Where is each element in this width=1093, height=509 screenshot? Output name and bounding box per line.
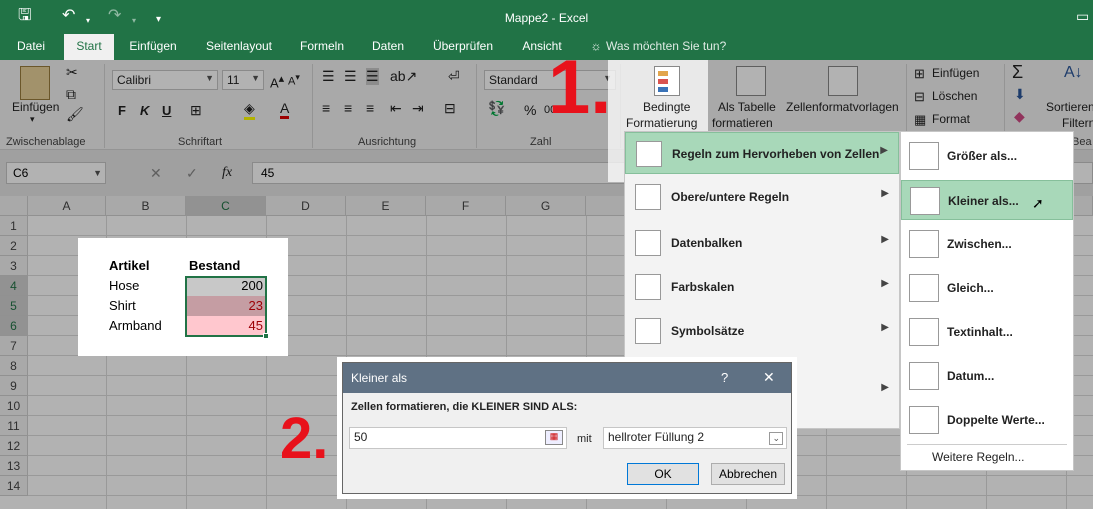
- chevron-right-icon: ▶: [881, 322, 889, 333]
- duplicate-values-icon: [909, 406, 939, 434]
- submenu-item-less-than[interactable]: Kleiner als... ➚: [901, 180, 1073, 220]
- dialog-prompt: Zellen formatieren, die KLEINER SIND ALS…: [351, 401, 578, 413]
- submenu-item-equal-to[interactable]: Gleich...: [901, 268, 1073, 308]
- menu-item-color-scales[interactable]: Farbskalen ▶: [625, 266, 899, 308]
- tab-einfuegen[interactable]: Einfügen: [120, 34, 186, 60]
- menu-item-data-bars[interactable]: Datenbalken ▶: [625, 222, 899, 264]
- conditional-formatting-line1[interactable]: Bedingte: [643, 100, 690, 114]
- conditional-formatting-icon[interactable]: [654, 66, 680, 96]
- submenu-item-label: Gleich...: [947, 281, 994, 295]
- chevron-right-icon: ▶: [880, 145, 888, 156]
- chevron-right-icon: ▶: [881, 278, 889, 289]
- tab-ueberpruefen[interactable]: Überprüfen: [424, 34, 502, 60]
- range-select-icon[interactable]: ▦: [545, 430, 563, 445]
- menu-item-top-bottom[interactable]: Obere/untere Regeln ▶: [625, 176, 899, 218]
- submenu-item-date[interactable]: Datum...: [901, 356, 1073, 396]
- menu-item-highlight-rules[interactable]: Regeln zum Hervorheben von Zellen ▶: [625, 132, 899, 174]
- fill-handle[interactable]: [263, 333, 269, 339]
- chevron-right-icon: ▶: [881, 234, 889, 245]
- mouse-cursor-icon: ➚: [1032, 195, 1044, 211]
- tell-me-box[interactable]: Was möchten Sie tun?: [606, 34, 736, 60]
- title-bar: 🖫 ↶ ▾ ↷ ▾ ▾ Mappe2 - Excel ▭: [0, 0, 1093, 34]
- conditional-formatting-line2[interactable]: Formatierung: [626, 116, 697, 130]
- highlight-rules-icon: [636, 141, 662, 167]
- tab-formeln[interactable]: Formeln: [292, 34, 352, 60]
- ok-button[interactable]: OK: [627, 463, 699, 485]
- chevron-right-icon: ▶: [881, 188, 889, 199]
- ribbon-options-icon[interactable]: ▭: [1076, 8, 1089, 24]
- cancel-button[interactable]: Abbrechen: [711, 463, 785, 485]
- window-title: Mappe2 - Excel: [504, 11, 589, 25]
- date-icon: [909, 362, 939, 390]
- submenu-item-between[interactable]: Zwischen...: [901, 224, 1073, 264]
- close-button[interactable]: ✕: [763, 369, 775, 386]
- submenu-item-label: Textinhalt...: [947, 325, 1013, 339]
- tab-seitenlayout[interactable]: Seitenlayout: [196, 34, 282, 60]
- ribbon-tabs: Datei Start Einfügen Seitenlayout Formel…: [0, 34, 1093, 60]
- submenu-item-duplicate-values[interactable]: Doppelte Werte...: [901, 400, 1073, 440]
- submenu-item-label: Datum...: [947, 369, 995, 383]
- threshold-input[interactable]: 50: [349, 427, 567, 449]
- greater-than-icon: [909, 142, 939, 170]
- submenu-item-text-contains[interactable]: Textinhalt...: [901, 312, 1073, 352]
- less-than-dialog: Kleiner als ? ✕ Zellen formatieren, die …: [342, 362, 792, 494]
- menu-item-label: Symbolsätze: [671, 324, 745, 338]
- menu-item-label: Farbskalen: [671, 280, 735, 294]
- tab-start[interactable]: Start: [64, 34, 114, 60]
- step-2-annotation: 2.: [280, 406, 329, 471]
- submenu-more-rules[interactable]: Weitere Regeln...: [932, 450, 1025, 464]
- table-row-article[interactable]: Hose: [109, 276, 139, 296]
- format-select[interactable]: hellroter Füllung 2 ⌄: [603, 427, 787, 449]
- tab-daten[interactable]: Daten: [362, 34, 414, 60]
- menu-item-icon-sets[interactable]: Symbolsätze ▶: [625, 310, 899, 352]
- header-bestand[interactable]: Bestand: [189, 256, 240, 276]
- format-select-value: hellroter Füllung 2: [608, 430, 705, 444]
- selection-border: [185, 276, 267, 337]
- table-row-article[interactable]: Armband: [109, 316, 162, 336]
- threshold-value: 50: [354, 430, 368, 444]
- with-label: mit: [577, 433, 592, 445]
- submenu-item-label: Doppelte Werte...: [947, 413, 1045, 427]
- equal-to-icon: [909, 274, 939, 302]
- color-scales-icon: [635, 274, 661, 300]
- submenu-item-label: Größer als...: [947, 149, 1018, 163]
- submenu-divider: [907, 444, 1067, 445]
- help-button[interactable]: ?: [721, 370, 728, 385]
- icon-sets-icon: [635, 318, 661, 344]
- menu-item-label: Datenbalken: [671, 236, 743, 250]
- menu-item-label: Obere/untere Regeln: [671, 190, 790, 204]
- chevron-right-icon: ▶: [881, 382, 889, 393]
- tab-datei[interactable]: Datei: [6, 34, 56, 60]
- submenu-item-label: Kleiner als...: [948, 194, 1019, 208]
- submenu-item-label: Zwischen...: [947, 237, 1012, 251]
- chevron-down-icon: ⌄: [769, 432, 783, 445]
- data-bars-icon: [635, 230, 661, 256]
- dialog-title: Kleiner als: [351, 371, 408, 385]
- less-than-icon: [910, 187, 940, 215]
- highlight-rules-submenu: Größer als... Kleiner als... ➚ Zwischen..…: [900, 131, 1074, 471]
- header-artikel[interactable]: Artikel: [109, 256, 149, 276]
- table-row-article[interactable]: Shirt: [109, 296, 136, 316]
- text-contains-icon: [909, 318, 939, 346]
- step-1-annotation: 1.: [548, 45, 612, 130]
- top-bottom-icon: [635, 184, 661, 210]
- submenu-item-greater-than[interactable]: Größer als...: [901, 136, 1073, 176]
- menu-item-label: Regeln zum Hervorheben von Zellen: [672, 147, 880, 161]
- between-icon: [909, 230, 939, 258]
- dialog-title-bar: Kleiner als ? ✕: [343, 363, 791, 393]
